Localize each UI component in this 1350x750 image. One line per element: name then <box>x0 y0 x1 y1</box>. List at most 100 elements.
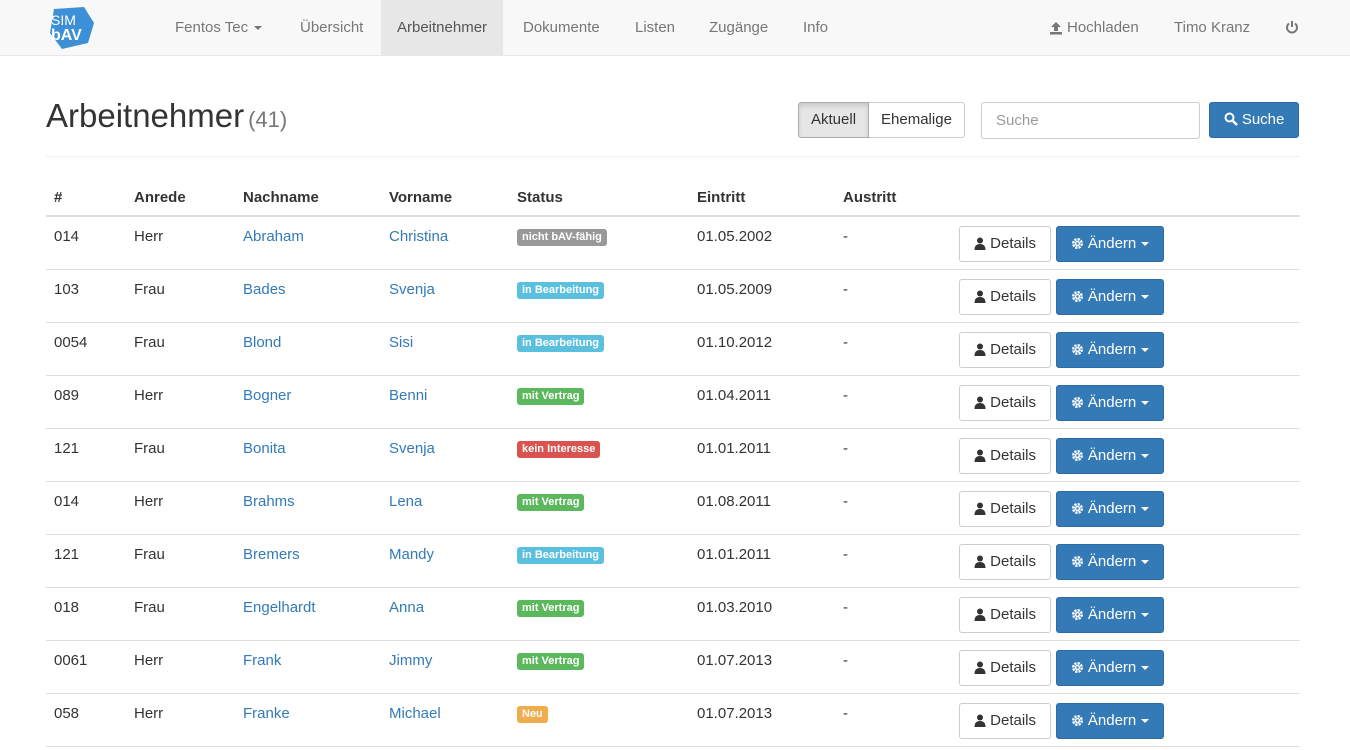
cell-nachname-link[interactable]: Bremers <box>243 546 300 563</box>
cell-nachname-link[interactable]: Abraham <box>243 228 304 245</box>
nav-item-info[interactable]: Info <box>787 0 844 55</box>
cell-vorname-link[interactable]: Anna <box>389 599 424 616</box>
details-label: Details <box>990 394 1037 411</box>
nav-item-dokumente[interactable]: Dokumente <box>507 0 616 55</box>
page-title: Arbeitnehmer (41) <box>46 97 287 135</box>
cell-vorname-link[interactable]: Michael <box>389 705 441 722</box>
cell-nachname-link[interactable]: Bades <box>243 281 286 298</box>
cell-nachname-link[interactable]: Bonita <box>243 440 286 457</box>
details-button[interactable]: Details <box>959 597 1051 633</box>
cell-vorname-link[interactable]: Svenja <box>389 440 435 457</box>
cell-austritt: - <box>843 493 848 510</box>
table-row: 058 Herr Franke Michael Neu 01.07.2013 -… <box>46 694 1300 747</box>
table-row: 089 Herr Bogner Benni mit Vertrag 01.04.… <box>46 376 1300 429</box>
nav-item-uebersicht[interactable]: Übersicht <box>284 0 379 55</box>
cell-austritt: - <box>843 705 848 722</box>
cell-eintritt: 01.05.2009 <box>697 281 773 298</box>
cell-vorname-link[interactable]: Benni <box>389 387 427 404</box>
power-icon <box>1285 19 1299 36</box>
edit-dropdown-button[interactable]: Ändern <box>1056 438 1164 474</box>
logout-button[interactable] <box>1269 0 1315 55</box>
user-icon <box>974 235 986 252</box>
upload-label: Hochladen <box>1067 19 1139 36</box>
cell-anrede: Frau <box>134 599 165 616</box>
column-header-eintritt: Eintritt <box>697 189 746 206</box>
cell-nachname-link[interactable]: Frank <box>243 652 281 669</box>
nav-item-listen[interactable]: Listen <box>619 0 691 55</box>
table-row: 0054 Frau Blond Sisi in Bearbeitung 01.1… <box>46 323 1300 376</box>
edit-dropdown-button[interactable]: Ändern <box>1056 703 1164 739</box>
details-button[interactable]: Details <box>959 544 1051 580</box>
cell-nachname-link[interactable]: Franke <box>243 705 290 722</box>
cell-number: 014 <box>54 493 80 510</box>
cell-anrede: Frau <box>134 440 165 457</box>
cell-vorname-link[interactable]: Lena <box>389 493 422 510</box>
filter-current-button[interactable]: Aktuell <box>798 102 870 138</box>
search-button-label: Suche <box>1241 111 1285 128</box>
edit-dropdown-button[interactable]: Ändern <box>1056 650 1164 686</box>
upload-icon <box>1049 1 1063 56</box>
cell-nachname-link[interactable]: Brahms <box>243 493 295 510</box>
search-input[interactable] <box>981 102 1200 139</box>
details-button[interactable]: Details <box>959 385 1051 421</box>
cell-nachname-link[interactable]: Blond <box>243 334 281 351</box>
gear-icon <box>1071 447 1084 464</box>
upload-button[interactable]: Hochladen <box>1033 0 1155 55</box>
cell-vorname-link[interactable]: Sisi <box>389 334 413 351</box>
details-label: Details <box>990 500 1037 517</box>
gear-icon <box>1071 394 1084 411</box>
nav-item-arbeitnehmer[interactable]: Arbeitnehmer <box>381 0 504 55</box>
app-logo[interactable]: SIM bAV <box>46 5 96 49</box>
user-menu[interactable]: Timo Kranz <box>1158 0 1266 55</box>
column-header-status: Status <box>517 189 563 206</box>
cell-vorname-link[interactable]: Christina <box>389 228 448 245</box>
edit-dropdown-button[interactable]: Ändern <box>1056 279 1164 315</box>
details-button[interactable]: Details <box>959 279 1051 315</box>
cell-eintritt: 01.01.2011 <box>697 546 771 563</box>
cell-nachname-link[interactable]: Bogner <box>243 387 291 404</box>
details-button[interactable]: Details <box>959 438 1051 474</box>
cell-nachname-link[interactable]: Engelhardt <box>243 599 316 616</box>
edit-label: Ändern <box>1087 288 1137 305</box>
nav-item-zugaenge[interactable]: Zugänge <box>693 0 784 55</box>
table-row: 018 Frau Engelhardt Anna mit Vertrag 01.… <box>46 588 1300 641</box>
details-button[interactable]: Details <box>959 650 1051 686</box>
edit-dropdown-button[interactable]: Ändern <box>1056 385 1164 421</box>
details-label: Details <box>990 235 1037 252</box>
status-badge: Neu <box>517 706 548 723</box>
edit-dropdown-button[interactable]: Ändern <box>1056 597 1164 633</box>
search-button[interactable]: Suche <box>1209 102 1299 138</box>
cell-vorname-link[interactable]: Mandy <box>389 546 434 563</box>
chevron-down-icon <box>1141 454 1150 459</box>
edit-label: Ändern <box>1087 341 1137 358</box>
search-icon <box>1224 111 1242 128</box>
edit-dropdown-button[interactable]: Ändern <box>1056 544 1164 580</box>
chevron-down-icon <box>1141 666 1150 671</box>
filter-former-button[interactable]: Ehemalige <box>869 102 965 138</box>
edit-dropdown-button[interactable]: Ändern <box>1056 491 1164 527</box>
details-button[interactable]: Details <box>959 226 1051 262</box>
cell-austritt: - <box>843 546 848 563</box>
cell-anrede: Frau <box>134 546 165 563</box>
nav-company-dropdown[interactable]: Fentos Tec <box>159 0 278 55</box>
details-label: Details <box>990 341 1037 358</box>
details-button[interactable]: Details <box>959 703 1051 739</box>
gear-icon <box>1071 235 1084 252</box>
details-button[interactable]: Details <box>959 491 1051 527</box>
logo-text-top: SIM <box>51 12 76 28</box>
cell-vorname-link[interactable]: Jimmy <box>389 652 432 669</box>
table-row: 0061 Herr Frank Jimmy mit Vertrag 01.07.… <box>46 641 1300 694</box>
status-badge: in Bearbeitung <box>517 282 605 299</box>
chevron-down-icon <box>1141 242 1150 247</box>
edit-dropdown-button[interactable]: Ändern <box>1056 332 1164 368</box>
chevron-down-icon <box>1141 719 1150 724</box>
edit-label: Ändern <box>1087 606 1137 623</box>
page-title-text: Arbeitnehmer <box>46 97 245 134</box>
details-label: Details <box>990 447 1037 464</box>
edit-dropdown-button[interactable]: Ändern <box>1056 226 1164 262</box>
user-icon <box>974 606 986 623</box>
cell-vorname-link[interactable]: Svenja <box>389 281 435 298</box>
details-button[interactable]: Details <box>959 332 1051 368</box>
cell-number: 058 <box>54 705 80 722</box>
edit-label: Ändern <box>1087 447 1137 464</box>
